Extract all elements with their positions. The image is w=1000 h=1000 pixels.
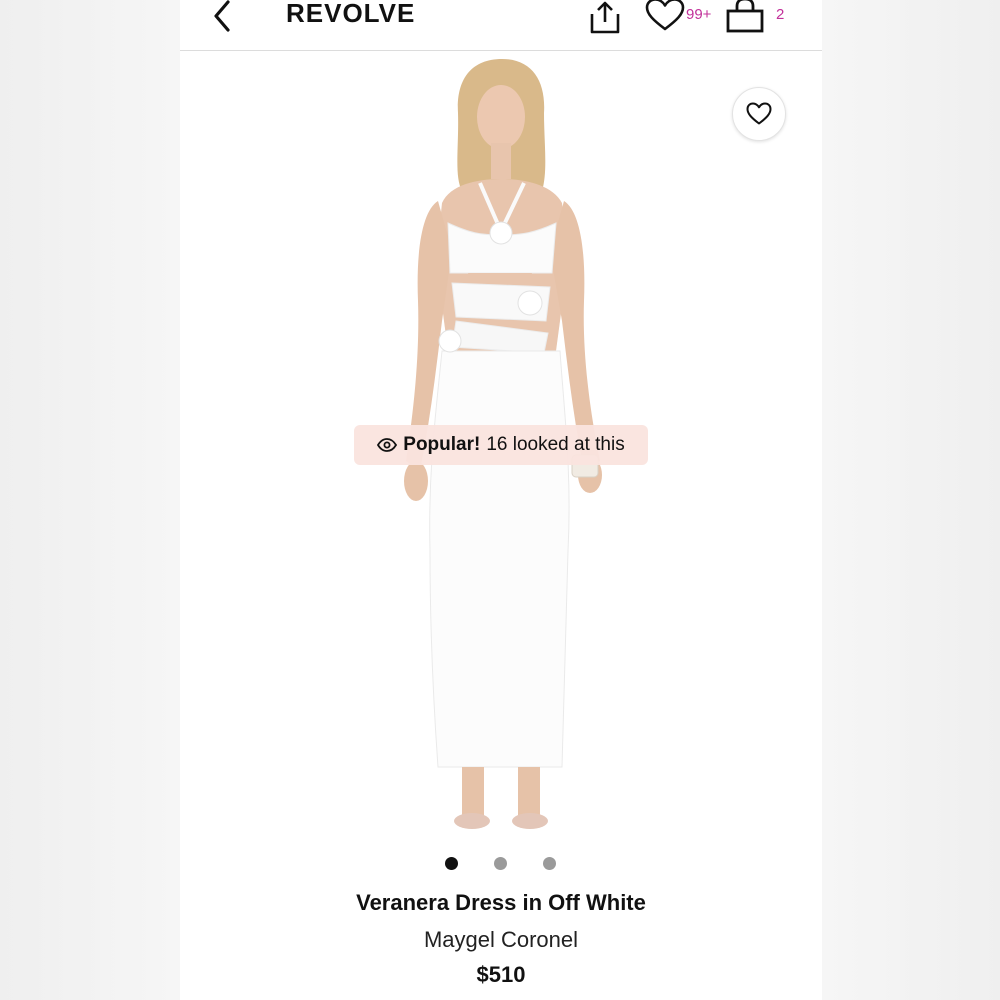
bag-count-badge: 2 (776, 6, 785, 23)
carousel-pagination (180, 857, 822, 873)
carousel-dot[interactable] (543, 857, 556, 870)
carousel-dot[interactable] (494, 857, 507, 870)
product-price: $510 (476, 962, 526, 987)
top-navigation-bar: REVOLVE 99+ 2 (180, 0, 822, 51)
blurred-background-right (820, 0, 1000, 1000)
blurred-background-left (0, 0, 180, 1000)
product-image-carousel[interactable]: Popular! 16 looked at this (180, 51, 822, 841)
brand-logo[interactable]: REVOLVE (286, 0, 415, 29)
product-page: REVOLVE 99+ 2 Popular! 16 looked at this… (180, 0, 822, 1000)
share-button[interactable] (588, 0, 622, 36)
wishlist-count-badge: 99+ (686, 6, 712, 23)
view-count-text: 16 looked at this (486, 434, 625, 455)
add-to-favorites-button[interactable] (732, 87, 786, 141)
heart-icon (746, 102, 772, 125)
shopping-bag-icon (726, 0, 764, 33)
product-brand[interactable]: Maygel Coronel (180, 927, 822, 953)
wishlist-button[interactable] (645, 0, 685, 32)
carousel-dot[interactable] (445, 857, 458, 870)
chevron-left-icon (214, 0, 230, 32)
back-button[interactable] (208, 0, 238, 36)
heart-icon (645, 0, 685, 31)
popular-label: Popular! (403, 434, 481, 455)
popularity-badge: Popular! 16 looked at this (354, 425, 648, 465)
eye-icon (377, 438, 398, 452)
product-name: Veranera Dress in Off White (356, 890, 646, 915)
share-icon (590, 1, 620, 34)
shopping-bag-button[interactable] (725, 0, 765, 36)
